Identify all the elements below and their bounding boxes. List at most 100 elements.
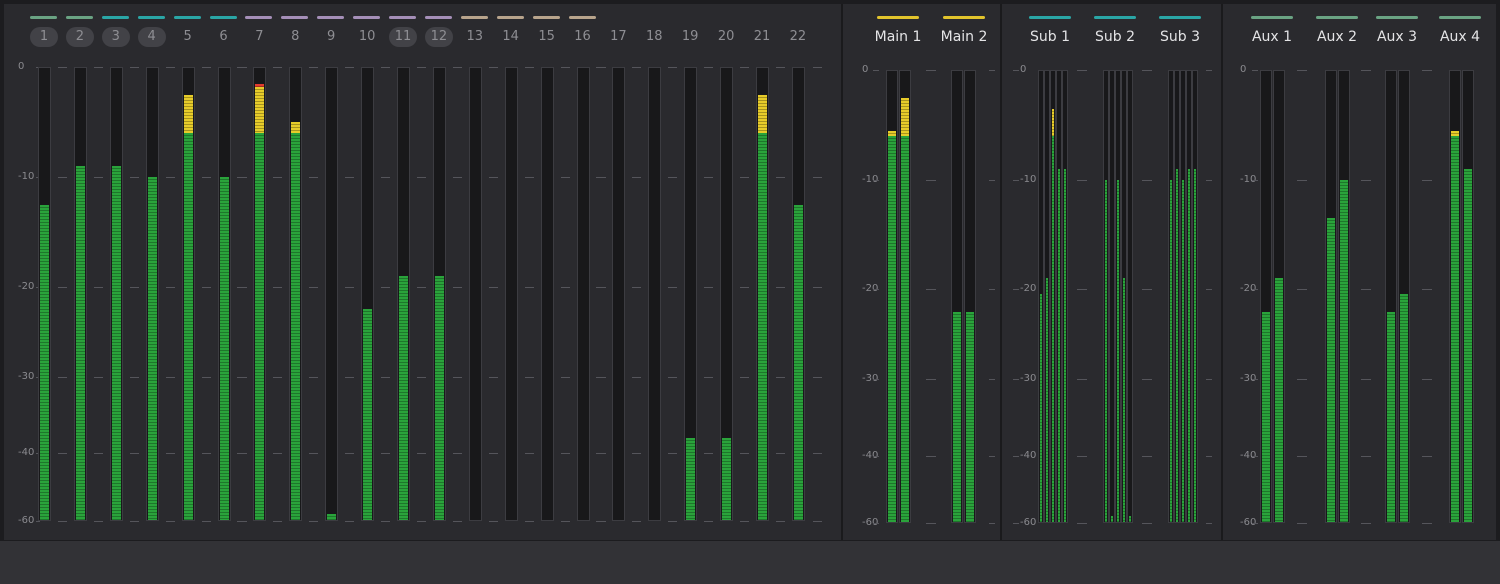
track-label-14[interactable]: 14 [497, 27, 525, 47]
track-label-4[interactable]: 4 [137, 27, 166, 47]
meter-level-green [40, 204, 49, 520]
db-gridline [309, 453, 318, 454]
level-meter-track [325, 67, 338, 521]
db-gridline [814, 287, 822, 288]
db-gridline [345, 177, 354, 178]
track-color-bar [389, 16, 416, 19]
db-gridline [416, 453, 425, 454]
db-gridline [93, 377, 102, 378]
db-gridline [873, 70, 879, 71]
meter-level-green [722, 438, 731, 520]
track-label-18[interactable]: 18 [640, 27, 668, 47]
track-label-6[interactable]: 6 [210, 27, 238, 47]
track-label-20[interactable]: 20 [712, 27, 740, 47]
db-gridline [1142, 523, 1152, 524]
db-gridline [273, 521, 282, 522]
meter-level-green [1176, 169, 1178, 522]
db-gridline [165, 177, 174, 178]
main-bus-label[interactable]: Main 2 [934, 27, 994, 47]
db-gridline [873, 180, 879, 181]
sub-bus-color-bar [1094, 16, 1136, 19]
track-label-19[interactable]: 19 [676, 27, 704, 47]
level-meter-track [612, 67, 625, 521]
track-label-1[interactable]: 1 [30, 27, 58, 47]
db-scale-label: -40 [1020, 449, 1037, 461]
db-gridline [309, 521, 318, 522]
track-label-21[interactable]: 21 [748, 27, 776, 47]
db-gridline [452, 453, 461, 454]
track-label-2[interactable]: 2 [65, 27, 94, 47]
track-label-10[interactable]: 10 [353, 27, 381, 47]
db-gridline [452, 67, 461, 68]
sub-bus-label[interactable]: Sub 2 [1090, 27, 1140, 47]
meter-level-green [1387, 311, 1395, 522]
aux-bus-label[interactable]: Aux 1 [1247, 27, 1297, 47]
db-gridline [1422, 70, 1432, 71]
track-label-8[interactable]: 8 [281, 27, 309, 47]
meter-level-green [1275, 278, 1283, 522]
track-label-15[interactable]: 15 [533, 27, 561, 47]
meter-level-green [1464, 169, 1472, 522]
track-label-11[interactable]: 11 [389, 27, 417, 47]
db-gridline [381, 453, 389, 454]
track-label-12[interactable]: 12 [424, 27, 453, 47]
db-gridline [237, 177, 246, 178]
db-gridline [488, 521, 497, 522]
db-scale-label: -30 [18, 370, 35, 382]
sub-bus-label[interactable]: Sub 1 [1025, 27, 1075, 47]
db-gridline [1142, 379, 1152, 380]
track-label-9[interactable]: 9 [317, 27, 345, 47]
db-gridline [201, 453, 210, 454]
db-gridline [1206, 289, 1212, 290]
db-gridline [926, 379, 936, 380]
db-gridline [237, 377, 246, 378]
main-bus-label[interactable]: Main 1 [868, 27, 928, 47]
aux-bus-label[interactable]: Aux 4 [1435, 27, 1485, 47]
db-gridline [926, 456, 936, 457]
db-scale-label: 0 [18, 61, 25, 72]
db-gridline [989, 289, 995, 290]
db-gridline [488, 453, 497, 454]
db-scale-label: -40 [18, 447, 35, 459]
db-scale-label: -60 [1020, 517, 1037, 528]
sub-bus-label[interactable]: Sub 3 [1155, 27, 1205, 47]
db-gridline [775, 377, 784, 378]
meter-level-green [1262, 311, 1270, 522]
aux-bus-label[interactable]: Aux 2 [1312, 27, 1362, 47]
track-label-3[interactable]: 3 [101, 27, 130, 47]
track-label-22[interactable]: 22 [784, 27, 812, 47]
db-gridline [989, 180, 995, 181]
db-gridline [632, 177, 641, 178]
db-gridline [668, 287, 677, 288]
db-gridline [165, 377, 174, 378]
db-gridline [345, 67, 354, 68]
tracks-meter-panel [4, 4, 841, 540]
meter-level-green [1129, 516, 1131, 522]
db-gridline [1013, 180, 1019, 181]
db-gridline [989, 523, 995, 524]
track-label-17[interactable]: 17 [604, 27, 632, 47]
track-label-16[interactable]: 16 [569, 27, 597, 47]
db-gridline [1206, 70, 1212, 71]
meter-level-green [888, 136, 896, 522]
panel-divider [1221, 4, 1223, 540]
db-gridline [560, 287, 569, 288]
meter-level-green [1340, 180, 1348, 522]
track-label-13[interactable]: 13 [461, 27, 489, 47]
meter-level-yellow [255, 86, 264, 134]
db-gridline [1252, 456, 1258, 457]
db-gridline [273, 453, 282, 454]
db-gridline [926, 289, 936, 290]
db-gridline [129, 67, 138, 68]
db-gridline [129, 521, 138, 522]
track-label-5[interactable]: 5 [174, 27, 202, 47]
track-color-bar [532, 16, 560, 19]
db-scale-label: -10 [1020, 174, 1037, 186]
aux-bus-label[interactable]: Aux 3 [1372, 27, 1422, 47]
db-gridline [632, 377, 641, 378]
track-label-7[interactable]: 7 [245, 27, 273, 47]
track-color-bar [245, 16, 273, 19]
db-gridline [57, 177, 66, 178]
db-gridline [201, 521, 210, 522]
audio-meters-window: 0 -10 -20 -30 -40 -60 1 2 3 4 5 6 7 8 9 10 11 12 13 14 15 16 1… [0, 0, 1500, 584]
